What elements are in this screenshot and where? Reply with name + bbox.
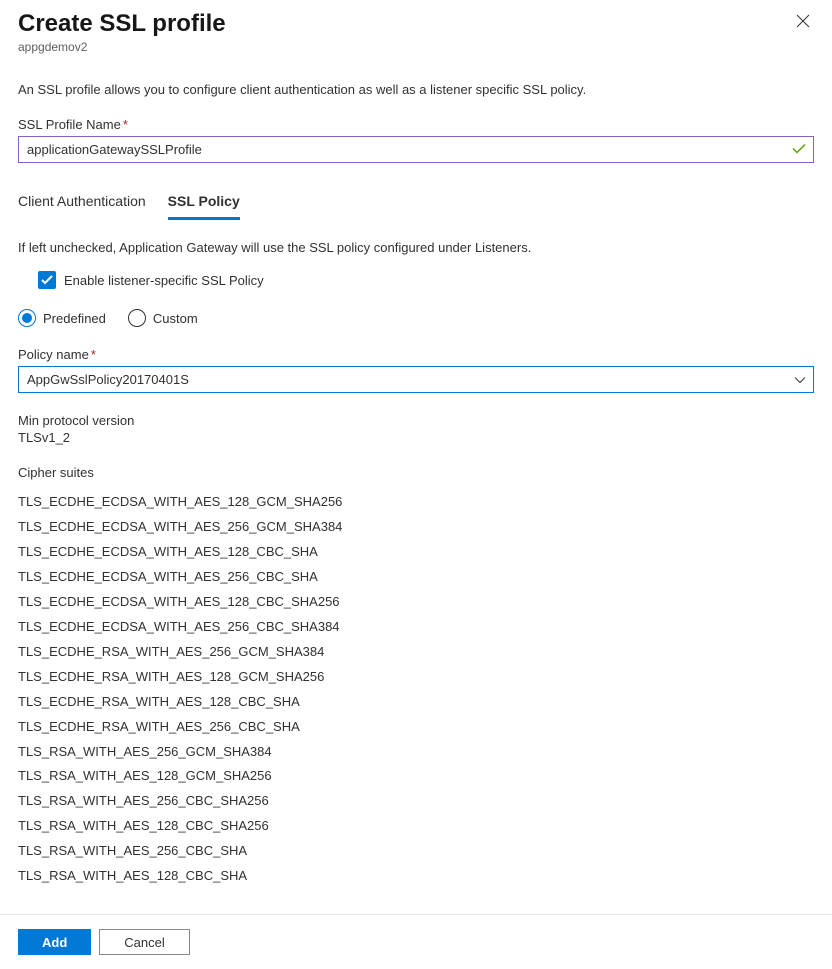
page-subtitle: appgdemov2 (18, 40, 226, 54)
policy-name-select[interactable]: AppGwSslPolicy20170401S (18, 366, 814, 393)
cipher-suite-item: TLS_ECDHE_ECDSA_WITH_AES_256_GCM_SHA384 (18, 515, 814, 540)
min-protocol-value: TLSv1_2 (18, 430, 814, 445)
cipher-suite-item: TLS_ECDHE_RSA_WITH_AES_256_CBC_SHA (18, 715, 814, 740)
policy-name-label: Policy name* (18, 347, 814, 362)
tab-description: If left unchecked, Application Gateway w… (18, 240, 814, 255)
cipher-suite-item: TLS_ECDHE_RSA_WITH_AES_128_CBC_SHA (18, 690, 814, 715)
enable-listener-label: Enable listener-specific SSL Policy (64, 273, 264, 288)
tab-client-authentication[interactable]: Client Authentication (18, 189, 146, 220)
enable-listener-checkbox[interactable] (38, 271, 56, 289)
checkmark-icon (41, 273, 53, 288)
cipher-suite-item: TLS_RSA_WITH_AES_256_CBC_SHA (18, 839, 814, 864)
add-button[interactable]: Add (18, 929, 91, 955)
cipher-suite-item: TLS_ECDHE_ECDSA_WITH_AES_128_CBC_SHA (18, 540, 814, 565)
profile-name-input[interactable] (18, 136, 814, 163)
chevron-down-icon (794, 372, 806, 387)
cipher-suite-item: TLS_RSA_WITH_AES_128_CBC_SHA (18, 864, 814, 889)
cipher-suite-item: TLS_ECDHE_ECDSA_WITH_AES_256_CBC_SHA (18, 565, 814, 590)
radio-custom[interactable]: Custom (128, 309, 198, 327)
close-button[interactable] (792, 10, 814, 37)
cipher-suite-item: TLS_ECDHE_RSA_WITH_AES_256_GCM_SHA384 (18, 640, 814, 665)
cipher-suites-label: Cipher suites (18, 465, 814, 480)
radio-custom-label: Custom (153, 311, 198, 326)
cipher-suite-item: TLS_RSA_WITH_AES_128_CBC_SHA256 (18, 814, 814, 839)
profile-name-label: SSL Profile Name* (18, 117, 814, 132)
policy-name-value: AppGwSslPolicy20170401S (27, 372, 189, 387)
radio-icon (128, 309, 146, 327)
cipher-suite-item: TLS_RSA_WITH_AES_256_GCM_SHA384 (18, 740, 814, 765)
cipher-suite-item: TLS_ECDHE_ECDSA_WITH_AES_128_CBC_SHA256 (18, 590, 814, 615)
cipher-suite-item: TLS_ECDHE_ECDSA_WITH_AES_256_CBC_SHA384 (18, 615, 814, 640)
checkmark-icon (792, 142, 806, 157)
radio-icon (18, 309, 36, 327)
cipher-suites-list: TLS_ECDHE_ECDSA_WITH_AES_128_GCM_SHA256T… (18, 490, 814, 889)
cipher-suite-item: TLS_RSA_WITH_AES_256_CBC_SHA256 (18, 789, 814, 814)
cipher-suite-item: TLS_ECDHE_ECDSA_WITH_AES_128_GCM_SHA256 (18, 490, 814, 515)
cipher-suite-item: TLS_RSA_WITH_AES_128_GCM_SHA256 (18, 764, 814, 789)
cancel-button[interactable]: Cancel (99, 929, 189, 955)
tab-ssl-policy[interactable]: SSL Policy (168, 189, 240, 220)
page-title: Create SSL profile (18, 10, 226, 38)
radio-predefined[interactable]: Predefined (18, 309, 106, 327)
cipher-suite-item: TLS_ECDHE_RSA_WITH_AES_128_GCM_SHA256 (18, 665, 814, 690)
radio-predefined-label: Predefined (43, 311, 106, 326)
page-description: An SSL profile allows you to configure c… (18, 82, 814, 97)
min-protocol-label: Min protocol version (18, 413, 814, 428)
close-icon (796, 15, 810, 32)
